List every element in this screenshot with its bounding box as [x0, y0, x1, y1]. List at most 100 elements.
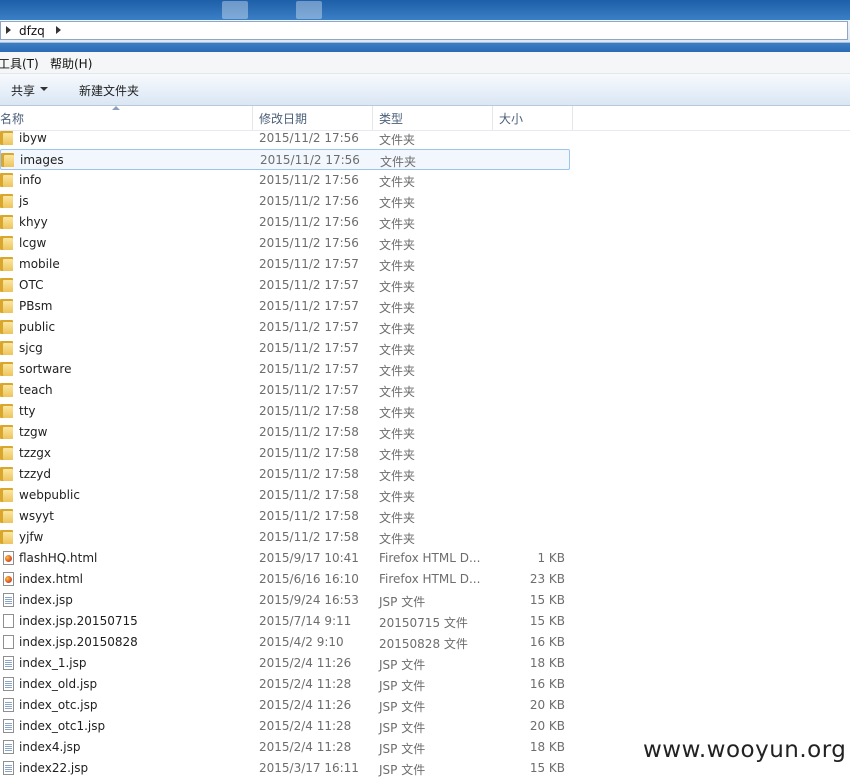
- folder-row[interactable]: js 2015/11/2 17:56 文件夹: [0, 191, 570, 212]
- file-row[interactable]: index22.jsp 2015/3/17 16:11 JSP 文件 15 KB: [0, 758, 570, 779]
- folder-icon: [0, 383, 13, 397]
- file-name: tty: [19, 404, 36, 418]
- file-name: index.html: [19, 572, 83, 586]
- folder-icon: [0, 425, 13, 439]
- file-row[interactable]: index.html 2015/6/16 16:10 Firefox HTML D.…: [0, 569, 570, 590]
- file-row[interactable]: index_otc1.jsp 2015/2/4 11:28 JSP 文件 20 KB: [0, 716, 570, 737]
- file-name: wsyyt: [19, 509, 54, 523]
- file-date-modified: 2015/2/4 11:28: [259, 740, 352, 754]
- folder-row[interactable]: tzgw 2015/11/2 17:58 文件夹: [0, 422, 570, 443]
- file-type: 文件夹: [380, 155, 417, 169]
- firefox-html-file-icon: [3, 572, 14, 586]
- file-type: JSP 文件: [379, 721, 426, 735]
- file-type: 文件夹: [379, 364, 416, 378]
- file-name: yjfw: [19, 530, 44, 544]
- file-date-modified: 2015/3/17 16:11: [259, 761, 359, 775]
- file-date-modified: 2015/11/2 17:58: [259, 488, 359, 502]
- chevron-down-icon[interactable]: [40, 87, 48, 91]
- file-name: index22.jsp: [19, 761, 89, 775]
- folder-row[interactable]: khyy 2015/11/2 17:56 文件夹: [0, 212, 570, 233]
- file-row[interactable]: index.jsp.20150828 2015/4/2 9:10 20150828 …: [0, 632, 570, 653]
- folder-row[interactable]: teach 2015/11/2 17:57 文件夹: [0, 380, 570, 401]
- file-name: mobile: [19, 257, 60, 271]
- folder-row[interactable]: tzzgx 2015/11/2 17:58 文件夹: [0, 443, 570, 464]
- address-field[interactable]: dfzq: [0, 21, 848, 40]
- jsp-file-icon: [3, 761, 14, 775]
- folder-row[interactable]: PBsm 2015/11/2 17:57 文件夹: [0, 296, 570, 317]
- breadcrumb-arrow-icon[interactable]: [56, 26, 61, 34]
- file-date-modified: 2015/11/2 17:56: [259, 215, 359, 229]
- folder-icon: [0, 446, 13, 460]
- folder-row[interactable]: yjfw 2015/11/2 17:58 文件夹: [0, 527, 570, 548]
- folder-row[interactable]: sjcg 2015/11/2 17:57 文件夹: [0, 338, 570, 359]
- file-date-modified: 2015/11/2 17:57: [259, 320, 359, 334]
- new-folder-button[interactable]: 新建文件夹: [79, 82, 139, 99]
- file-row[interactable]: index_1.jsp 2015/2/4 11:26 JSP 文件 18 KB: [0, 653, 570, 674]
- file-row[interactable]: flashHQ.html 2015/9/17 10:41 Firefox HTML …: [0, 548, 570, 569]
- file-row[interactable]: index_otc.jsp 2015/2/4 11:26 JSP 文件 20 KB: [0, 695, 570, 716]
- folder-row[interactable]: mobile 2015/11/2 17:57 文件夹: [0, 254, 570, 275]
- folder-row[interactable]: images 2015/11/2 17:56 文件夹: [0, 149, 570, 170]
- file-type: JSP 文件: [379, 658, 426, 672]
- file-type: 文件夹: [379, 196, 416, 210]
- file-size: 23 KB: [529, 572, 565, 586]
- folder-row[interactable]: webpublic 2015/11/2 17:58 文件夹: [0, 485, 570, 506]
- file-name: sortware: [19, 362, 72, 376]
- column-date[interactable]: 修改日期: [253, 106, 373, 130]
- column-size[interactable]: 大小: [493, 106, 573, 130]
- file-date-modified: 2015/6/16 16:10: [259, 572, 359, 586]
- file-row[interactable]: index_old.jsp 2015/2/4 11:28 JSP 文件 16 KB: [0, 674, 570, 695]
- file-row[interactable]: index.jsp.20150715 2015/7/14 9:11 20150715…: [0, 611, 570, 632]
- file-date-modified: 2015/11/2 17:58: [259, 446, 359, 460]
- file-row[interactable]: index4.jsp 2015/2/4 11:28 JSP 文件 18 KB: [0, 737, 570, 758]
- breadcrumb-arrow-icon[interactable]: [6, 26, 11, 34]
- column-name-label: 名称: [0, 112, 25, 126]
- folder-row[interactable]: lcgw 2015/11/2 17:56 文件夹: [0, 233, 570, 254]
- folder-icon: [0, 278, 13, 292]
- file-name: webpublic: [19, 488, 80, 502]
- folder-row[interactable]: info 2015/11/2 17:56 文件夹: [0, 170, 570, 191]
- file-date-modified: 2015/11/2 17:56: [259, 236, 359, 250]
- file-date-modified: 2015/2/4 11:28: [259, 719, 352, 733]
- folder-row[interactable]: ibyw 2015/11/2 17:56 文件夹: [0, 128, 570, 149]
- file-name: index_otc.jsp: [19, 698, 98, 712]
- file-name: index.jsp: [19, 593, 73, 607]
- menu-help[interactable]: 帮助(H): [50, 55, 92, 72]
- file-date-modified: 2015/11/2 17:58: [259, 404, 359, 418]
- breadcrumb-folder[interactable]: dfzq: [19, 24, 45, 38]
- folder-row[interactable]: tzzyd 2015/11/2 17:58 文件夹: [0, 464, 570, 485]
- folder-row[interactable]: public 2015/11/2 17:57 文件夹: [0, 317, 570, 338]
- file-name: index4.jsp: [19, 740, 81, 754]
- folder-icon: [0, 467, 13, 481]
- window-title-bar: [0, 0, 850, 20]
- folder-row[interactable]: sortware 2015/11/2 17:57 文件夹: [0, 359, 570, 380]
- folder-icon: [0, 320, 13, 334]
- file-date-modified: 2015/4/2 9:10: [259, 635, 344, 649]
- file-size: 18 KB: [529, 740, 565, 754]
- folder-icon: [0, 488, 13, 502]
- file-row[interactable]: index.jsp 2015/9/24 16:53 JSP 文件 15 KB: [0, 590, 570, 611]
- column-type[interactable]: 类型: [373, 106, 493, 130]
- file-date-modified: 2015/11/2 17:57: [259, 257, 359, 271]
- file-type: 20150828 文件: [379, 637, 468, 651]
- file-name: index_otc1.jsp: [19, 719, 106, 733]
- file-date-modified: 2015/11/2 17:58: [259, 530, 359, 544]
- file-date-modified: 2015/11/2 17:56: [259, 173, 359, 187]
- blank-file-icon: [3, 635, 14, 649]
- file-date-modified: 2015/2/4 11:26: [259, 698, 352, 712]
- jsp-file-icon: [3, 677, 14, 691]
- folder-row[interactable]: OTC 2015/11/2 17:57 文件夹: [0, 275, 570, 296]
- folder-row[interactable]: wsyyt 2015/11/2 17:58 文件夹: [0, 506, 570, 527]
- column-type-label: 类型: [379, 112, 404, 126]
- firefox-html-file-icon: [3, 551, 14, 565]
- file-type: JSP 文件: [379, 595, 426, 609]
- folder-row[interactable]: tty 2015/11/2 17:58 文件夹: [0, 401, 570, 422]
- menu-tools[interactable]: 工具(T): [0, 55, 39, 72]
- file-type: 20150715 文件: [379, 616, 468, 630]
- file-size: 1 KB: [537, 551, 565, 565]
- file-name: index_1.jsp: [19, 656, 87, 670]
- file-name: tzgw: [19, 425, 48, 439]
- column-name[interactable]: 名称: [0, 106, 253, 130]
- folder-icon: [0, 173, 13, 187]
- share-button[interactable]: 共享: [11, 82, 35, 99]
